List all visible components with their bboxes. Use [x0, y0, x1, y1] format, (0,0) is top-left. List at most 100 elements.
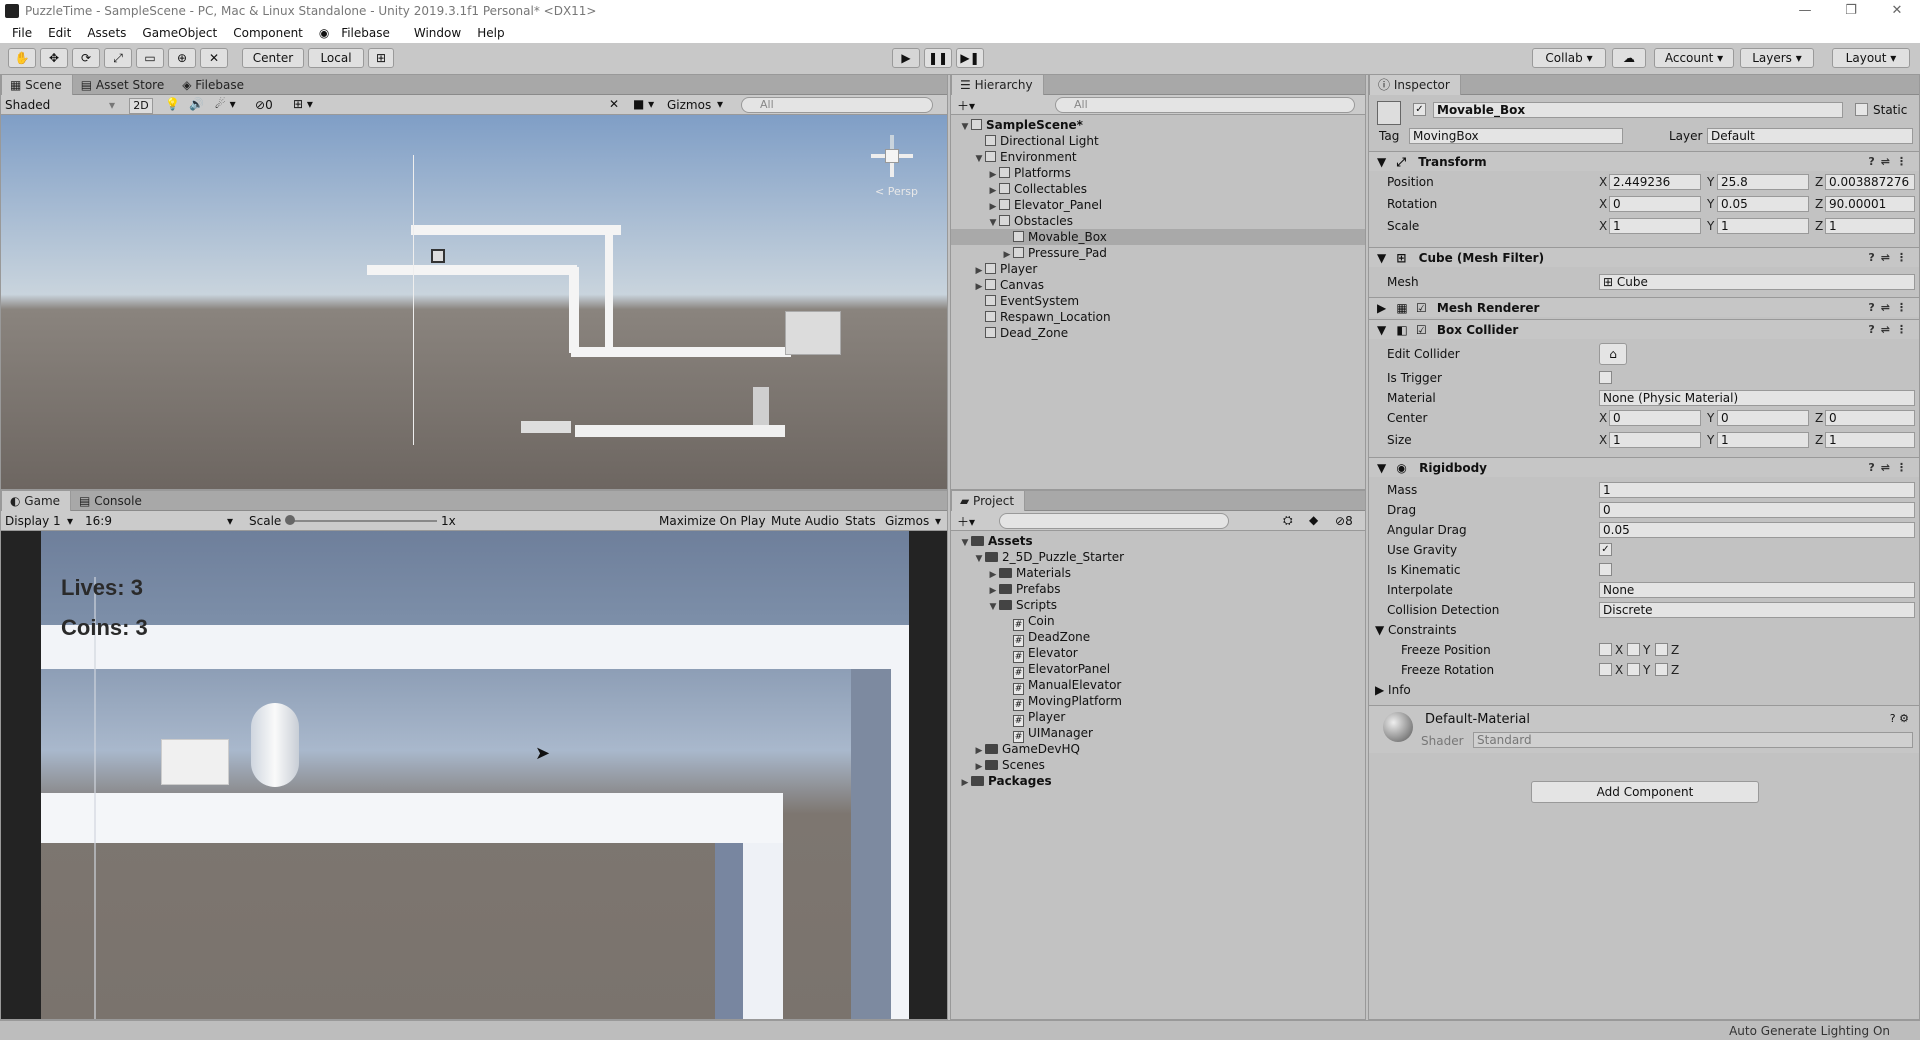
game-viewport[interactable]: Lives: 3 Coins: 3 ➤: [1, 531, 947, 1019]
project-item[interactable]: # Player: [951, 709, 1365, 727]
account-dropdown[interactable]: Account ▾: [1654, 48, 1734, 68]
freeze-rotation-x-checkbox[interactable]: [1599, 663, 1612, 676]
physic-material-field[interactable]: None (Physic Material): [1599, 390, 1915, 406]
tab-console[interactable]: ▤ Console: [71, 491, 152, 511]
component-menu-icon[interactable]: ?⇌⋮: [1868, 458, 1913, 478]
component-menu-icon[interactable]: ?⇌⋮: [1868, 320, 1913, 340]
project-item[interactable]: # Coin: [951, 613, 1365, 631]
search-by-label-icon[interactable]: ◆: [1309, 513, 1318, 527]
project-add-button[interactable]: ＋▾: [957, 513, 975, 530]
rotate-tool-icon[interactable]: ⟳: [72, 48, 100, 68]
hierarchy-item[interactable]: Respawn_Location: [951, 309, 1365, 325]
constraints-foldout[interactable]: ▼ Constraints: [1375, 623, 1457, 637]
hidden-objects-icon[interactable]: ⊘0: [255, 98, 273, 112]
scale-y-field[interactable]: 1: [1717, 218, 1809, 234]
layer-dropdown[interactable]: Default: [1707, 128, 1913, 144]
size-y-field[interactable]: 1: [1717, 432, 1809, 448]
transform-header[interactable]: ▼ ⤢ Transform ?⇌⋮: [1369, 151, 1919, 171]
project-item[interactable]: ▼ Assets: [951, 533, 1365, 549]
effects-toggle-icon[interactable]: ☄ ▾: [215, 97, 236, 111]
gizmos-dropdown[interactable]: Gizmos: [667, 98, 711, 112]
box-collider-header[interactable]: ▼ ◧ ☑ Box Collider ?⇌⋮: [1369, 319, 1919, 339]
step-button[interactable]: ▶❚: [956, 48, 984, 68]
project-item[interactable]: ▶ Packages: [951, 773, 1365, 789]
hierarchy-search-input[interactable]: All: [1055, 97, 1355, 113]
scene-movable-box[interactable]: [431, 249, 445, 263]
project-item[interactable]: ▶ Materials: [951, 565, 1365, 581]
freeze-position-z-checkbox[interactable]: [1655, 643, 1668, 656]
menu-window[interactable]: Window: [414, 26, 461, 40]
mesh-field[interactable]: ⊞ Cube: [1599, 274, 1915, 290]
scale-slider-track[interactable]: [291, 520, 437, 522]
pause-button[interactable]: ❚❚: [924, 48, 952, 68]
tab-asset-store[interactable]: ▤ Asset Store: [73, 75, 175, 95]
hierarchy-item[interactable]: Dead_Zone: [951, 325, 1365, 341]
size-x-field[interactable]: 1: [1609, 432, 1701, 448]
play-button[interactable]: ▶: [892, 48, 920, 68]
search-by-type-icon[interactable]: ⛭: [1283, 513, 1293, 528]
project-item[interactable]: # DeadZone: [951, 629, 1365, 647]
project-item[interactable]: # UIManager: [951, 725, 1365, 743]
use-gravity-checkbox[interactable]: ✓: [1599, 543, 1612, 556]
camera-icon[interactable]: ■ ▾: [633, 97, 654, 111]
tab-inspector[interactable]: ⓘ Inspector: [1369, 75, 1461, 95]
move-tool-icon[interactable]: ✥: [40, 48, 68, 68]
edit-collider-icon[interactable]: ⌂: [1599, 343, 1627, 365]
rotation-y-field[interactable]: 0.05: [1717, 196, 1809, 212]
minimize-button[interactable]: —: [1782, 0, 1828, 22]
menu-edit[interactable]: Edit: [48, 26, 71, 40]
scale-tool-icon[interactable]: ⤢: [104, 48, 132, 68]
hierarchy-item[interactable]: EventSystem: [951, 293, 1365, 309]
info-foldout[interactable]: ▶ Info: [1375, 683, 1411, 697]
layers-dropdown[interactable]: Layers ▾: [1740, 48, 1814, 68]
project-item[interactable]: # Elevator: [951, 645, 1365, 663]
hierarchy-item[interactable]: Movable_Box: [951, 229, 1365, 245]
menu-gameobject[interactable]: GameObject: [142, 26, 217, 40]
tab-scene[interactable]: ▦ Scene: [1, 75, 73, 95]
collision-detection-dropdown[interactable]: Discrete: [1599, 602, 1915, 618]
project-item[interactable]: ▶ GameDevHQ: [951, 741, 1365, 757]
freeze-rotation-z-checkbox[interactable]: [1655, 663, 1668, 676]
hierarchy-item[interactable]: ▼ Environment: [951, 149, 1365, 165]
center-x-field[interactable]: 0: [1609, 410, 1701, 426]
project-item[interactable]: # ManualElevator: [951, 677, 1365, 695]
material-menu-icon[interactable]: ? ⚙: [1890, 712, 1909, 725]
hierarchy-item[interactable]: ▶ Player: [951, 261, 1365, 277]
hierarchy-item[interactable]: ▶ Platforms: [951, 165, 1365, 181]
hand-tool-icon[interactable]: ✋: [8, 48, 36, 68]
add-component-button[interactable]: Add Component: [1531, 781, 1759, 803]
display-dropdown[interactable]: Display 1: [5, 514, 61, 528]
scene-search-input[interactable]: All: [741, 97, 933, 113]
pivot-center-button[interactable]: Center: [242, 48, 304, 68]
gameobject-name-input[interactable]: Movable_Box: [1433, 102, 1843, 118]
stats-toggle[interactable]: Stats: [845, 514, 876, 528]
center-y-field[interactable]: 0: [1717, 410, 1809, 426]
scale-z-field[interactable]: 1: [1825, 218, 1915, 234]
project-item[interactable]: ▼ 2_5D_Puzzle_Starter: [951, 549, 1365, 565]
hierarchy-item[interactable]: Directional Light: [951, 133, 1365, 149]
drag-field[interactable]: 0: [1599, 502, 1915, 518]
position-x-field[interactable]: 2.449236: [1609, 174, 1701, 190]
cloud-icon[interactable]: ☁: [1612, 48, 1646, 68]
is-trigger-checkbox[interactable]: [1599, 371, 1612, 384]
lighting-toggle-icon[interactable]: 💡: [165, 97, 180, 111]
rotation-z-field[interactable]: 90.00001: [1825, 196, 1915, 212]
tab-game[interactable]: ◐ Game: [1, 491, 72, 511]
project-item[interactable]: ▶ Prefabs: [951, 581, 1365, 597]
project-item[interactable]: # MovingPlatform: [951, 693, 1365, 711]
interpolate-dropdown[interactable]: None: [1599, 582, 1915, 598]
position-y-field[interactable]: 25.8: [1717, 174, 1809, 190]
mesh-renderer-header[interactable]: ▶ ▦ ☑ Mesh Renderer ?⇌⋮: [1369, 297, 1919, 317]
tab-project[interactable]: ▰ Project: [951, 491, 1026, 511]
component-menu-icon[interactable]: ?⇌⋮: [1868, 298, 1913, 318]
project-item[interactable]: ▶ Scenes: [951, 757, 1365, 773]
mass-field[interactable]: 1: [1599, 482, 1915, 498]
hierarchy-add-button[interactable]: ＋▾: [957, 97, 975, 114]
transform-tool-icon[interactable]: ⊕: [168, 48, 196, 68]
toggle-2d-button[interactable]: 2D: [129, 98, 153, 114]
scene-viewport[interactable]: < Persp: [1, 115, 947, 489]
shading-mode-dropdown[interactable]: Shaded: [5, 98, 50, 112]
mesh-filter-header[interactable]: ▼ ⊞ Cube (Mesh Filter) ?⇌⋮: [1369, 247, 1919, 267]
menu-component[interactable]: Component: [233, 26, 303, 40]
expand-right-icon[interactable]: ▶: [959, 775, 971, 791]
